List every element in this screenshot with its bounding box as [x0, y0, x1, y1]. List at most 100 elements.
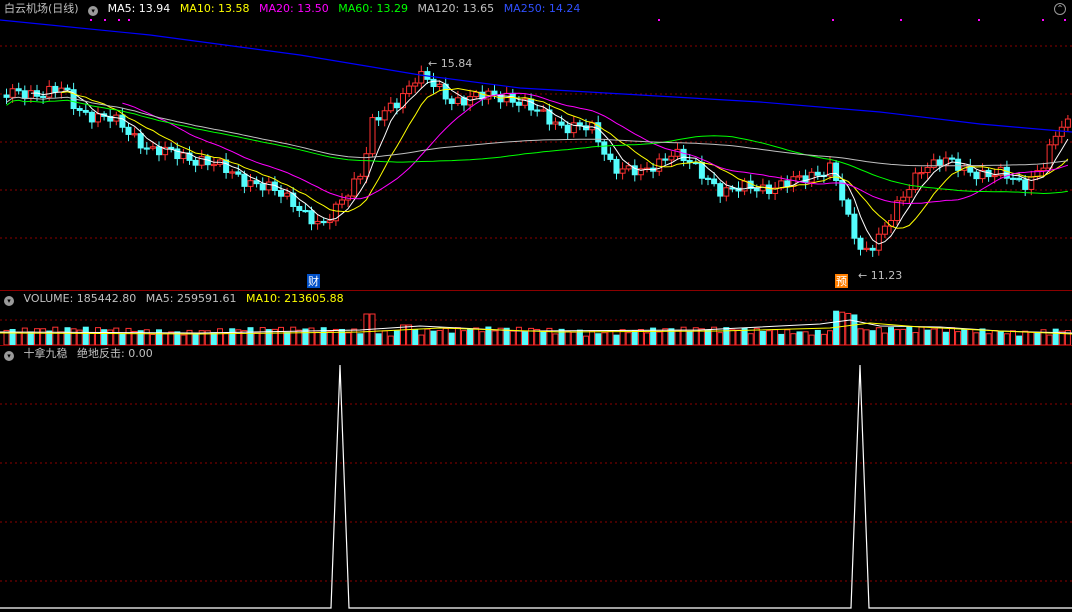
volume-bar [113, 327, 120, 345]
candle-body [265, 181, 272, 191]
candle-body [278, 189, 284, 197]
marker-text: 财 [308, 274, 319, 288]
settings-circle-icon[interactable]: ▾ [88, 6, 99, 16]
candle-body [613, 158, 620, 174]
volume-bar [400, 324, 406, 345]
volume-bar [918, 326, 925, 345]
candle-body [711, 178, 718, 185]
candle-body [1010, 177, 1016, 180]
volume-bar [210, 332, 217, 345]
volume-bar [900, 328, 907, 345]
candle-body [82, 109, 89, 113]
volume-bar [387, 335, 394, 345]
candle-body [851, 213, 858, 239]
candle-body [766, 184, 772, 194]
volume-bar [95, 327, 101, 345]
candle-body [888, 220, 894, 227]
volume-bar [973, 332, 980, 345]
volume-bar [491, 330, 498, 345]
volume-bar [436, 329, 443, 345]
candle-body [564, 124, 571, 134]
candle-body [95, 113, 101, 123]
candle-body [955, 158, 962, 171]
ma5-label: MA5: 13.94 [107, 2, 171, 15]
signal-dot [128, 19, 130, 21]
volume-bar [162, 333, 169, 345]
candle-body [40, 95, 47, 98]
volume-bar [192, 333, 199, 345]
volume-bar [686, 331, 693, 345]
volume-settings-icon[interactable]: ▾ [4, 296, 14, 306]
indicator-chart[interactable] [0, 345, 1072, 612]
maximize-icon[interactable]: ⌃ [1054, 3, 1066, 15]
volume-bar [1046, 334, 1053, 345]
volume-bar [924, 329, 931, 345]
indicator-pane[interactable]: ▾ 十拿九稳 绝地反击: 0.00 [0, 345, 1072, 612]
candle-body [412, 82, 419, 87]
candle-body [662, 158, 669, 161]
volume-bar [180, 334, 187, 345]
signal-dot [978, 19, 980, 21]
candle-body [52, 85, 59, 93]
volume-bar [314, 331, 321, 345]
volume-bar [223, 332, 230, 345]
volume-bar [15, 332, 22, 345]
candle-body [949, 157, 955, 160]
volume-bar [424, 328, 431, 345]
volume-bar [601, 332, 608, 345]
candle-body [918, 172, 925, 175]
high-price-label: ← 15.84 [428, 57, 472, 70]
volume-bar [217, 328, 223, 345]
volume-bar [955, 331, 962, 345]
candle-body [339, 199, 345, 205]
volume-bar [412, 329, 419, 345]
candle-body [717, 183, 724, 197]
candle-body [430, 78, 437, 88]
volume-bar [58, 331, 65, 345]
price-pane[interactable]: ← 15.84 ← 11.23 财 预 白云机场(日线) ▾ MA5: 13.94 M… [0, 0, 1072, 290]
volume-bar [381, 330, 388, 345]
volume-bar [259, 327, 266, 345]
volume-bar [473, 327, 480, 345]
candle-body [247, 180, 254, 187]
volume-bar [766, 330, 772, 345]
volume-bar [119, 333, 126, 345]
signal-dot [1042, 19, 1044, 21]
low-price-label: ← 11.23 [858, 269, 902, 282]
volume-bar [82, 326, 89, 345]
candle-body [863, 247, 870, 251]
volume-bar [345, 332, 352, 345]
candle-body [607, 153, 614, 160]
volume-bar [997, 330, 1004, 345]
candle-body [534, 109, 541, 112]
volume-bar [418, 334, 425, 345]
volume-bar [570, 331, 577, 345]
volume-bar [375, 333, 382, 345]
candle-body [393, 102, 400, 109]
volume-bar [351, 328, 358, 345]
signal-dot [658, 19, 660, 21]
candle-body [320, 220, 327, 224]
signal-dot [1064, 19, 1066, 21]
volume-bar [875, 327, 882, 345]
ma20-label: MA20: 13.50 [259, 2, 329, 15]
volume-bar [936, 327, 943, 345]
candlestick-chart[interactable]: ← 15.84 ← 11.23 财 预 [0, 0, 1072, 290]
signal-dot [104, 19, 106, 21]
indicator-settings-icon[interactable]: ▾ [4, 351, 14, 361]
volume-bar [332, 328, 339, 345]
volume-bar [747, 333, 754, 345]
candle-body [796, 175, 803, 178]
volume-bar [454, 327, 461, 345]
volume-ma5-label: MA5: 259591.61 [145, 292, 237, 305]
volume-bar [705, 329, 711, 345]
volume-bar [802, 331, 809, 345]
candle-body [705, 177, 711, 180]
candle-body [1028, 176, 1035, 190]
volume-pane[interactable]: ▾ VOLUME: 185442.80 MA5: 259591.61 MA10:… [0, 290, 1072, 345]
candle-body [674, 148, 681, 157]
volume-bar [564, 330, 571, 345]
volume-bar [461, 330, 467, 345]
volume-bar [735, 329, 742, 345]
volume-bar [869, 330, 876, 345]
